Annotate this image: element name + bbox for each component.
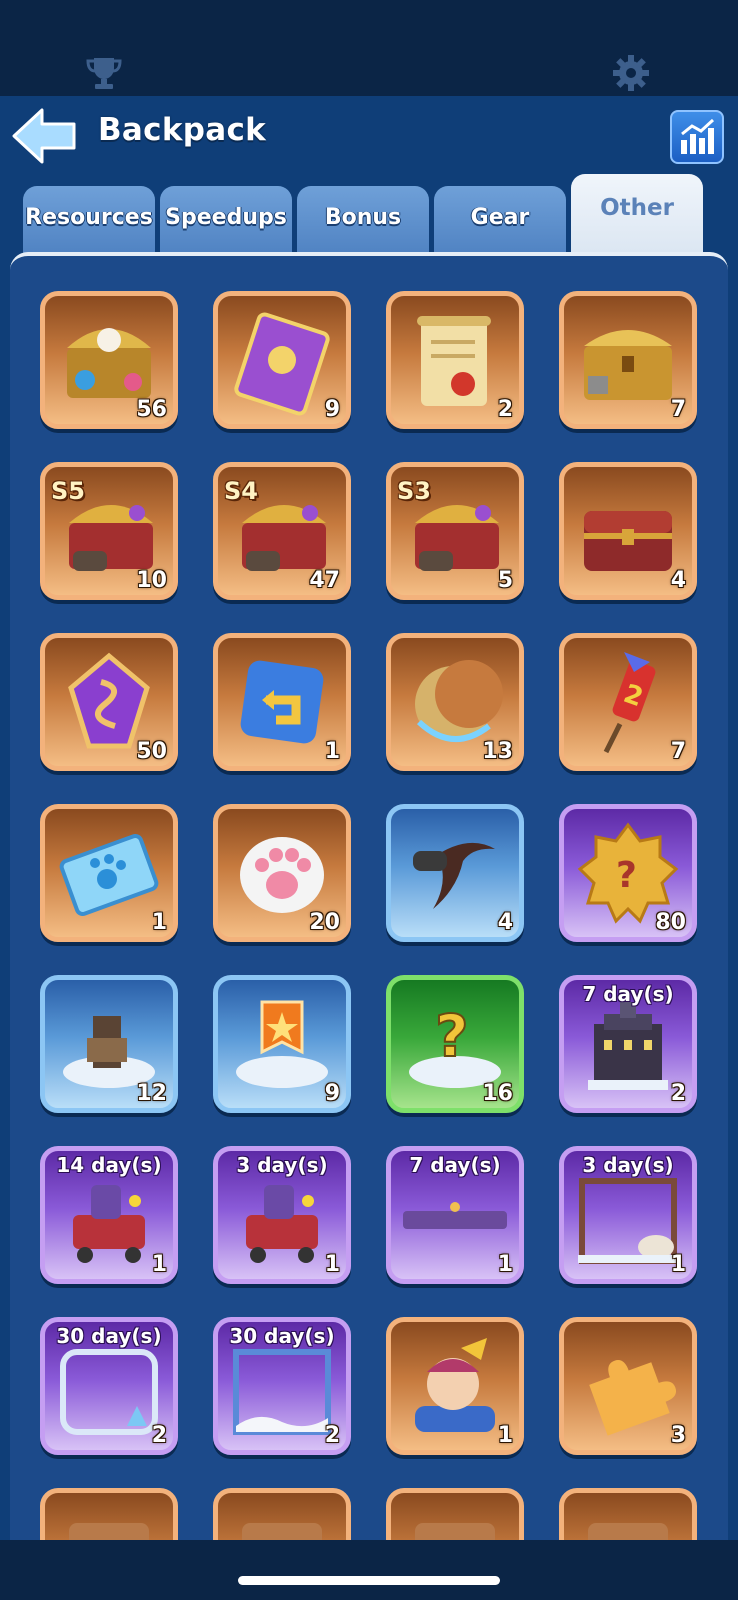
item-count: 7 <box>670 397 686 422</box>
item-grid: 56 9 2 7 S5 10 S4 47 S3 5 4 50 1 13 2 7 1 20 4? 80 12 9? 16 7 d… <box>40 291 697 1542</box>
item-count: 2 <box>324 1423 340 1448</box>
tab-resources[interactable]: Resources <box>23 186 155 256</box>
item-slot[interactable]: 9 <box>213 291 351 429</box>
item-slot[interactable]: 50 <box>40 633 178 771</box>
duration-label: 7 day(s) <box>582 982 674 1006</box>
item-slot[interactable]: 1 <box>386 1317 524 1455</box>
item-count: 2 <box>670 1081 686 1106</box>
season-label: S3 <box>397 477 431 505</box>
home-indicator[interactable] <box>238 1576 500 1585</box>
stats-button[interactable] <box>670 110 724 164</box>
item-slot[interactable] <box>40 1488 178 1542</box>
item-slot[interactable]: ? 80 <box>559 804 697 942</box>
item-count: 2 <box>151 1423 167 1448</box>
item-slot[interactable]: 1 <box>40 804 178 942</box>
tab-bonus[interactable]: Bonus <box>297 186 429 256</box>
bottom-bar <box>0 1540 738 1600</box>
item-count: 3 <box>670 1423 686 1448</box>
item-count: 9 <box>324 397 340 422</box>
item-count: 1 <box>151 910 167 935</box>
item-count: 10 <box>136 568 167 593</box>
tab-speedups[interactable]: Speedups <box>160 186 292 256</box>
item-slot[interactable] <box>213 1488 351 1542</box>
item-slot[interactable] <box>559 1488 697 1542</box>
item-count: 47 <box>309 568 340 593</box>
item-count: 12 <box>136 1081 167 1106</box>
season-label: S5 <box>51 477 85 505</box>
items-panel: 56 9 2 7 S5 10 S4 47 S3 5 4 50 1 13 2 7 1 20 4? 80 12 9? 16 7 d… <box>10 252 728 1542</box>
item-count: 7 <box>670 739 686 764</box>
item-slot[interactable]: 3 day(s) 1 <box>559 1146 697 1284</box>
item-count: 4 <box>670 568 686 593</box>
item-slot[interactable]: 7 day(s) 2 <box>559 975 697 1113</box>
item-slot[interactable]: S4 47 <box>213 462 351 600</box>
item-slot[interactable]: 27 <box>559 633 697 771</box>
item-slot[interactable]: S5 10 <box>40 462 178 600</box>
page-title: Backpack <box>98 112 267 148</box>
duration-label: 30 day(s) <box>56 1324 162 1348</box>
item-count: 1 <box>497 1252 513 1277</box>
item-count: 2 <box>497 397 513 422</box>
item-count: 16 <box>482 1081 513 1106</box>
stats-chart-icon <box>681 118 715 154</box>
item-slot[interactable]: 30 day(s) 2 <box>40 1317 178 1455</box>
item-count: 80 <box>655 910 686 935</box>
item-slot[interactable]: 3 <box>559 1317 697 1455</box>
item-count: 4 <box>497 910 513 935</box>
partial-item-icon <box>588 1523 668 1542</box>
item-count: 1 <box>151 1252 167 1277</box>
tab-other[interactable]: Other <box>571 174 703 256</box>
partial-item-icon <box>415 1523 495 1542</box>
item-count: 1 <box>324 1252 340 1277</box>
duration-label: 3 day(s) <box>236 1153 328 1177</box>
item-count: 13 <box>482 739 513 764</box>
item-slot[interactable] <box>386 1488 524 1542</box>
item-slot[interactable]: 12 <box>40 975 178 1113</box>
svg-text:?: ? <box>435 1002 469 1070</box>
item-count: 9 <box>324 1081 340 1106</box>
trophy-icon[interactable] <box>86 56 122 90</box>
partial-item-icon <box>242 1523 322 1542</box>
gear-icon[interactable] <box>612 54 650 92</box>
item-slot[interactable]: 30 day(s) 2 <box>213 1317 351 1455</box>
item-count: 1 <box>324 739 340 764</box>
svg-text:?: ? <box>616 855 637 896</box>
item-slot[interactable]: 3 day(s) 1 <box>213 1146 351 1284</box>
duration-label: 30 day(s) <box>229 1324 335 1348</box>
item-count: 5 <box>497 568 513 593</box>
item-slot[interactable]: ? 16 <box>386 975 524 1113</box>
item-slot[interactable]: 56 <box>40 291 178 429</box>
item-slot[interactable]: 1 <box>213 633 351 771</box>
item-slot[interactable]: 4 <box>559 462 697 600</box>
item-count: 1 <box>670 1252 686 1277</box>
item-count: 50 <box>136 739 167 764</box>
back-arrow-icon[interactable] <box>10 106 80 166</box>
item-slot[interactable]: 7 day(s) 1 <box>386 1146 524 1284</box>
item-slot[interactable]: 20 <box>213 804 351 942</box>
item-slot[interactable]: 2 <box>386 291 524 429</box>
duration-label: 3 day(s) <box>582 1153 674 1177</box>
season-label: S4 <box>224 477 258 505</box>
partial-item-icon <box>69 1523 149 1542</box>
item-slot[interactable]: 9 <box>213 975 351 1113</box>
item-slot[interactable]: S3 5 <box>386 462 524 600</box>
item-slot[interactable]: 4 <box>386 804 524 942</box>
item-count: 1 <box>497 1423 513 1448</box>
tab-gear[interactable]: Gear <box>434 186 566 256</box>
item-slot[interactable]: 14 day(s) 1 <box>40 1146 178 1284</box>
duration-label: 7 day(s) <box>409 1153 501 1177</box>
item-slot[interactable]: 7 <box>559 291 697 429</box>
item-count: 56 <box>136 397 167 422</box>
item-count: 20 <box>309 910 340 935</box>
item-slot[interactable]: 13 <box>386 633 524 771</box>
duration-label: 14 day(s) <box>56 1153 162 1177</box>
